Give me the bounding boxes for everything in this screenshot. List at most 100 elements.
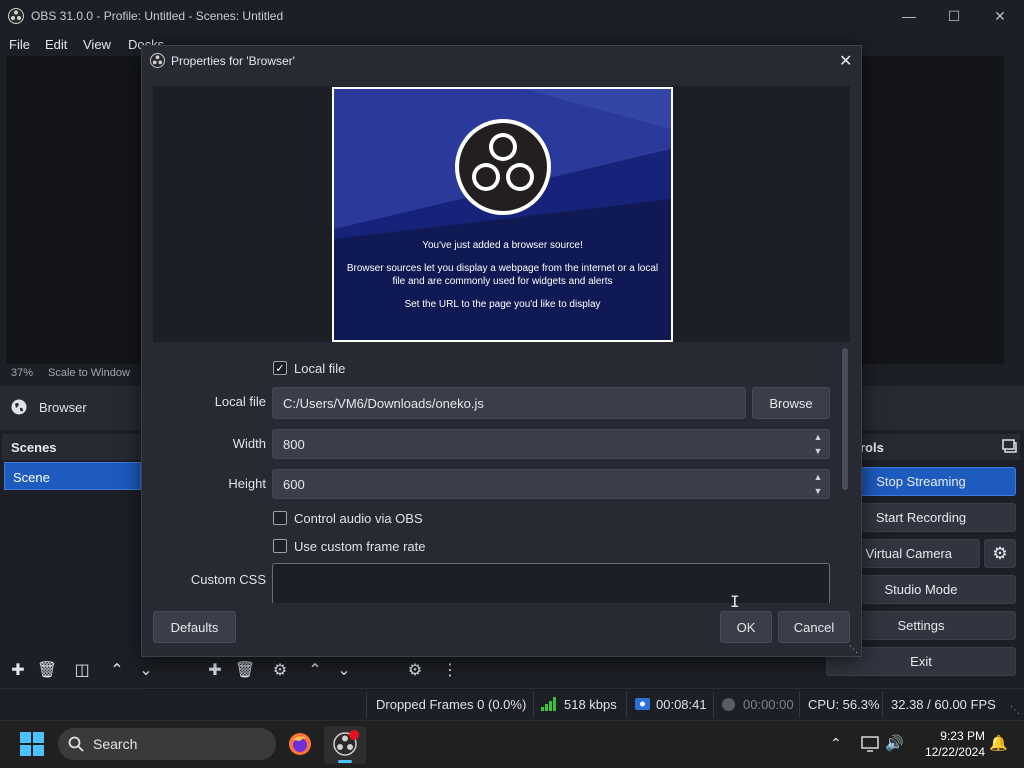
scale-mode[interactable]: Scale to Window: [48, 367, 130, 379]
recording-badge-icon: [349, 730, 359, 740]
control-audio-label: Control audio via OBS: [294, 511, 423, 526]
local-file-input[interactable]: C:/Users/VM6/Downloads/oneko.js: [272, 387, 746, 419]
signal-strength-icon: [541, 697, 556, 711]
preview-canvas-right[interactable]: [860, 56, 1004, 364]
preview-description-2: file and are commonly used for widgets a…: [392, 276, 613, 287]
local-file-value: C:/Users/VM6/Downloads/oneko.js: [283, 395, 484, 411]
obs-logo-large-icon: [455, 119, 551, 215]
add-source-icon[interactable]: ✚: [202, 658, 228, 682]
zoom-level[interactable]: 37%: [11, 367, 33, 379]
control-audio-checkbox[interactable]: [273, 511, 287, 525]
obs-logo-icon: [8, 8, 24, 24]
virtual-camera-settings-button[interactable]: ⚙: [984, 539, 1016, 568]
status-separator: [882, 692, 883, 718]
scenes-dock-header: Scenes: [2, 434, 143, 460]
window-title: OBS 31.0.0 - Profile: Untitled - Scenes:…: [31, 9, 284, 23]
remove-scene-icon[interactable]: 🗑: [34, 658, 60, 682]
status-separator: [533, 692, 534, 718]
cpu-usage: CPU: 56.3%: [808, 697, 880, 712]
width-value: 800: [283, 436, 305, 452]
height-label: Height: [228, 476, 266, 491]
close-icon[interactable]: ✕: [977, 0, 1023, 32]
browse-button[interactable]: Browse: [752, 387, 830, 419]
obs-logo-icon: [150, 53, 165, 68]
firefox-icon[interactable]: [288, 732, 312, 756]
menu-file[interactable]: File: [9, 37, 30, 52]
gear-icon: ⚙: [992, 543, 1008, 563]
preview-heading: You've just added a browser source!: [422, 240, 583, 251]
browser-source-preview: You've just added a browser source! Brow…: [332, 87, 673, 342]
fps: 32.38 / 60.00 FPS: [891, 697, 996, 712]
zoom-bar: 37% Scale to Window: [0, 364, 141, 384]
search-icon: [68, 736, 84, 752]
taskbar-search[interactable]: Search: [58, 728, 276, 760]
move-scene-down-icon[interactable]: ⌄: [133, 658, 159, 682]
streaming-status-icon: [635, 698, 650, 710]
dialog-resize-grip-icon[interactable]: ⋱: [849, 644, 858, 655]
dropped-frames: Dropped Frames 0 (0.0%): [376, 697, 527, 712]
ok-button[interactable]: OK: [720, 611, 772, 643]
notification-bell-icon[interactable]: 🔔: [989, 734, 1008, 752]
source-name: Browser: [39, 400, 87, 415]
custom-frame-rate-checkbox[interactable]: [273, 539, 287, 553]
local-file-checkbox-label: Local file: [294, 361, 346, 376]
source-properties-icon[interactable]: ⚙: [267, 658, 293, 682]
width-decrement-icon[interactable]: ▼: [807, 444, 829, 458]
menu-view[interactable]: View: [83, 37, 111, 52]
form-clip-edge: [153, 603, 850, 607]
width-increment-icon[interactable]: ▲: [807, 430, 829, 444]
undock-icon[interactable]: [1002, 438, 1018, 454]
search-placeholder: Search: [93, 736, 138, 752]
text-cursor-icon: I: [730, 592, 740, 611]
globe-icon: [11, 399, 27, 415]
menu-edit[interactable]: Edit: [45, 37, 67, 52]
clock-time[interactable]: 9:23 PM: [923, 729, 985, 743]
resize-grip-icon[interactable]: ⋱: [1010, 705, 1020, 716]
chevron-up-icon[interactable]: ⌃: [830, 735, 842, 752]
cancel-button[interactable]: Cancel: [778, 611, 850, 643]
preview-canvas-left[interactable]: [6, 56, 141, 364]
remove-source-icon[interactable]: 🗑: [232, 658, 258, 682]
network-icon[interactable]: [861, 736, 879, 752]
height-input[interactable]: 600: [272, 469, 830, 499]
dialog-title: Properties for 'Browser': [171, 54, 295, 68]
custom-frame-rate-label: Use custom frame rate: [294, 539, 426, 554]
height-value: 600: [283, 476, 305, 492]
windows-start-icon[interactable]: [20, 732, 44, 756]
status-separator: [713, 692, 714, 718]
maximize-icon[interactable]: ☐: [931, 0, 977, 32]
move-scene-up-icon[interactable]: ⌃: [104, 658, 130, 682]
recording-status-icon: [722, 698, 735, 711]
status-separator: [366, 692, 367, 718]
preview-description-1: Browser sources let you display a webpag…: [346, 263, 659, 274]
move-source-up-icon[interactable]: ⌃: [302, 658, 328, 682]
add-scene-icon[interactable]: ✚: [5, 658, 31, 682]
clock-date[interactable]: 12/22/2024: [912, 745, 985, 759]
width-label: Width: [232, 436, 266, 451]
bitrate: 518 kbps: [564, 697, 617, 712]
more-options-icon[interactable]: ⋮: [437, 658, 463, 682]
preview-instruction: Set the URL to the page you'd like to di…: [404, 299, 601, 310]
minimize-icon[interactable]: —: [886, 0, 932, 32]
obs-taskbar-item[interactable]: [324, 726, 366, 764]
title-bar: OBS 31.0.0 - Profile: Untitled - Scenes:…: [0, 0, 1024, 32]
scene-list-item[interactable]: Scene: [4, 462, 141, 490]
defaults-button[interactable]: Defaults: [153, 611, 236, 643]
width-input[interactable]: 800: [272, 429, 830, 459]
volume-icon[interactable]: 🔊: [885, 734, 904, 752]
custom-css-textarea[interactable]: [272, 563, 830, 603]
scene-filters-icon[interactable]: ◫: [69, 658, 95, 682]
stream-time: 00:08:41: [656, 697, 707, 712]
status-separator: [626, 692, 627, 718]
height-increment-icon[interactable]: ▲: [807, 470, 829, 484]
move-source-down-icon[interactable]: ⌄: [331, 658, 357, 682]
height-decrement-icon[interactable]: ▼: [807, 484, 829, 498]
audio-mixer-settings-icon[interactable]: ⚙: [402, 658, 428, 682]
local-file-checkbox[interactable]: ✓: [273, 361, 287, 375]
status-separator: [799, 692, 800, 718]
local-file-label: Local file: [214, 394, 266, 409]
dialog-close-icon[interactable]: ✕: [839, 51, 852, 71]
custom-css-label: Custom CSS: [190, 572, 266, 587]
dialog-scrollbar[interactable]: [842, 348, 848, 490]
record-time: 00:00:00: [743, 697, 794, 712]
